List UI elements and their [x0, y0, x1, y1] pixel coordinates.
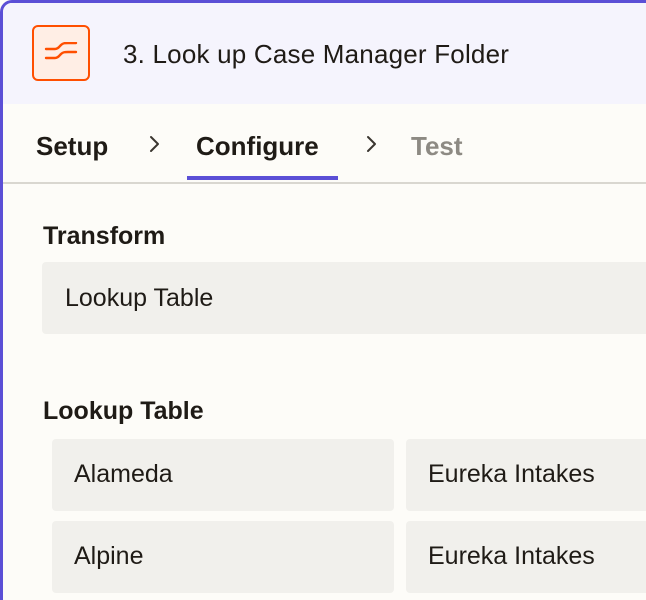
- transform-label: Transform: [43, 222, 166, 250]
- tab-configure[interactable]: Configure: [196, 130, 319, 162]
- lookup-key-input[interactable]: Alpine: [52, 521, 394, 593]
- step-panel: 3. Look up Case Manager Folder Setup Con…: [0, 0, 646, 600]
- step-header: 3. Look up Case Manager Folder: [3, 3, 646, 104]
- transform-select[interactable]: Lookup Table: [42, 262, 646, 334]
- lookup-value-input[interactable]: Eureka Intakes: [406, 439, 646, 511]
- chevron-right-icon: [367, 136, 376, 152]
- lookup-value-input[interactable]: Eureka Intakes: [406, 521, 646, 593]
- step-title: 3. Look up Case Manager Folder: [123, 39, 510, 69]
- active-tab-indicator: [187, 176, 338, 180]
- chevron-right-icon: [150, 136, 159, 152]
- lookup-key-input[interactable]: Alameda: [52, 439, 394, 511]
- tab-test[interactable]: Test: [411, 130, 463, 162]
- tab-setup[interactable]: Setup: [36, 130, 108, 162]
- formatter-wave-icon: [44, 42, 78, 60]
- formatter-app-icon: [32, 25, 90, 81]
- step-tabs: Setup Configure Test: [3, 104, 646, 184]
- lookup-table-label: Lookup Table: [43, 397, 204, 425]
